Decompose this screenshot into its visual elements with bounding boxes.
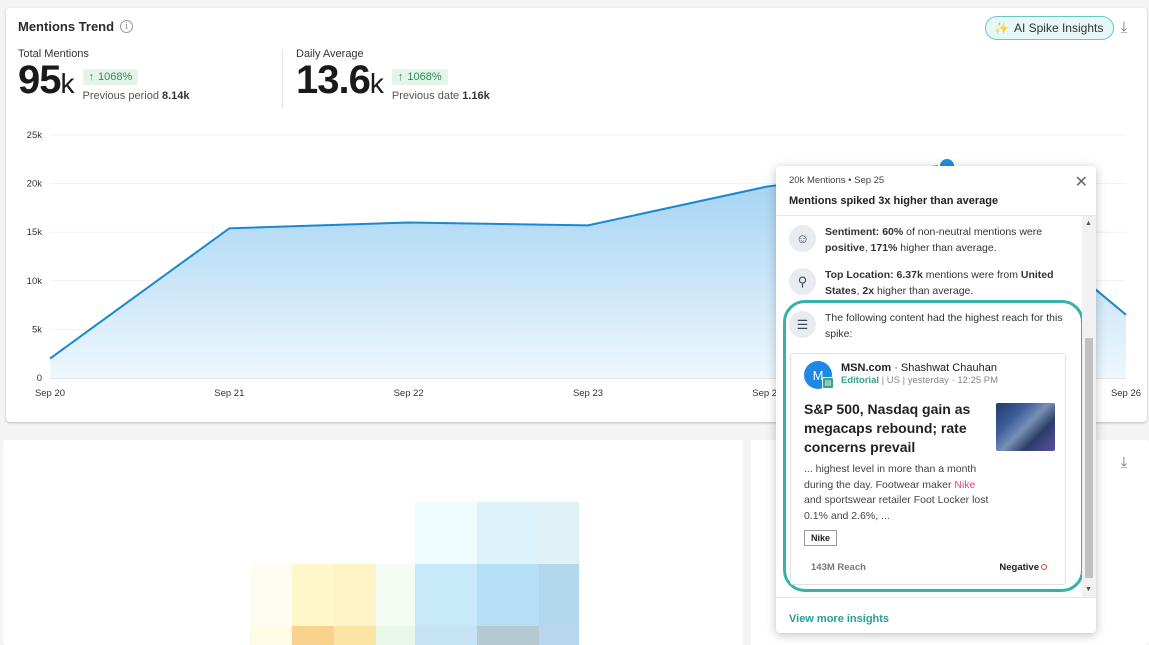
post-source: MSN.com · Shashwat Chauhan [841,362,997,374]
metric-divider [282,50,283,108]
popover-scrollbar[interactable]: ▲ ▼ [1082,216,1096,597]
smiley-icon: ☺ [789,225,816,252]
daily-average-metric: Daily Average 13.6k ↑ 1068% Previous date… [296,48,490,103]
download-icon[interactable]: ⤓ [1116,455,1132,471]
heatmap-cell [539,502,579,564]
popover-subtitle: 20k Mentions • Sep 25 [789,175,885,186]
heatmap-cell [477,626,539,645]
heatmap-cell [334,564,376,626]
arrow-up-icon: ↑ [88,71,95,83]
arrow-up-icon: ↑ [397,71,404,83]
close-icon[interactable]: ✕ [1075,172,1088,192]
post-headline[interactable]: S&P 500, Nasdaq gain as megacaps rebound… [804,400,984,457]
location-pin-icon: ⚲ [789,268,816,295]
heatmap-cell [376,626,415,645]
negative-dot-icon [1041,564,1047,570]
previous-period: Previous period 8.14k [82,90,190,102]
y-tick-label: 20k [27,179,43,190]
heatmap-cell [334,626,376,645]
x-tick-label: Sep 20 [35,388,65,399]
total-mentions-value: 95k [18,58,75,102]
x-tick-label: Sep 22 [394,388,424,399]
heatmap-cell [743,440,751,645]
card-header: Mentions Trend i [18,19,134,34]
post-reach: 143M Reach [811,562,866,573]
change-badge: ↑ 1068% [82,69,139,85]
y-tick-label: 25k [27,130,43,141]
insight-location: ⚲ Top Location: 6.37k mentions were from… [789,267,1071,299]
post-sentiment: Negative [999,562,1047,573]
daily-average-value: 13.6k [296,58,384,102]
download-icon[interactable]: ⤓ [1116,20,1132,36]
post-thumbnail-image [996,403,1055,451]
x-tick-label: Sep 26 [1111,388,1141,399]
change-badge: ↑ 1068% [391,69,448,85]
scroll-down-arrow-icon[interactable]: ▼ [1085,586,1092,593]
heatmap-cell [539,626,579,645]
heatmap-cell [292,626,334,645]
y-tick-label: 5k [32,324,42,335]
editorial-badge-icon: ▤ [822,377,834,389]
heatmap-cell [415,564,477,626]
scrollbar-thumb[interactable] [1085,338,1093,578]
heatmap-cell [292,564,334,626]
heatmap-cell [415,626,477,645]
popover-footer: View more insights [776,597,1096,633]
x-tick-label: Sep 23 [573,388,603,399]
scroll-up-arrow-icon[interactable]: ▲ [1085,220,1092,227]
view-more-insights-link[interactable]: View more insights [789,613,889,625]
previous-date: Previous date 1.16k [391,90,490,102]
y-tick-label: 0 [37,373,42,384]
magic-wand-icon: ✨ [994,21,1009,35]
insight-text: Sentiment: 60% of non-neutral mentions w… [825,226,1043,254]
heatmap-cell [477,502,539,564]
heatmap-cell [250,626,292,645]
popover-body: ☺ Sentiment: 60% of non-neutral mentions… [776,216,1096,597]
info-icon[interactable]: i [120,20,134,33]
heatmap-cell [376,564,415,626]
y-tick-label: 15k [27,227,43,238]
heatmap-cell [539,564,579,626]
keyword-tag[interactable]: Nike [804,530,838,546]
insight-sentiment: ☺ Sentiment: 60% of non-neutral mentions… [789,224,1071,256]
heatmap-cell [250,564,292,626]
post-snippet: ... highest level in more than a month d… [804,463,989,522]
spike-insight-popover: 20k Mentions • Sep 25 Mentions spiked 3x… [776,166,1096,633]
y-tick-label: 10k [27,276,43,287]
popover-title: Mentions spiked 3x higher than average [789,195,999,207]
insight-text: Top Location: 6.37k mentions were from U… [825,269,1054,297]
insight-text: The following content had the highest re… [825,312,1063,340]
x-tick-label: Sep 21 [214,388,244,399]
popover-header: 20k Mentions • Sep 25 Mentions spiked 3x… [776,166,1096,216]
ai-spike-insights-label: AI Spike Insights [1013,21,1104,35]
top-post-card[interactable]: M ▤ MSN.com · Shashwat Chauhan Editorial… [790,353,1066,585]
insight-top-content: ☰ The following content had the highest … [789,310,1071,342]
heatmap-cell [415,502,477,564]
document-icon: ☰ [789,311,816,338]
heatmap-cell [477,564,539,626]
post-meta: Editorial | US | yesterday · 12:25 PM [841,375,999,386]
ai-spike-insights-button[interactable]: ✨ AI Spike Insights [985,16,1115,40]
total-mentions-metric: Total Mentions 95k ↑ 1068% Previous perio… [18,48,190,103]
card-title: Mentions Trend [18,19,115,34]
